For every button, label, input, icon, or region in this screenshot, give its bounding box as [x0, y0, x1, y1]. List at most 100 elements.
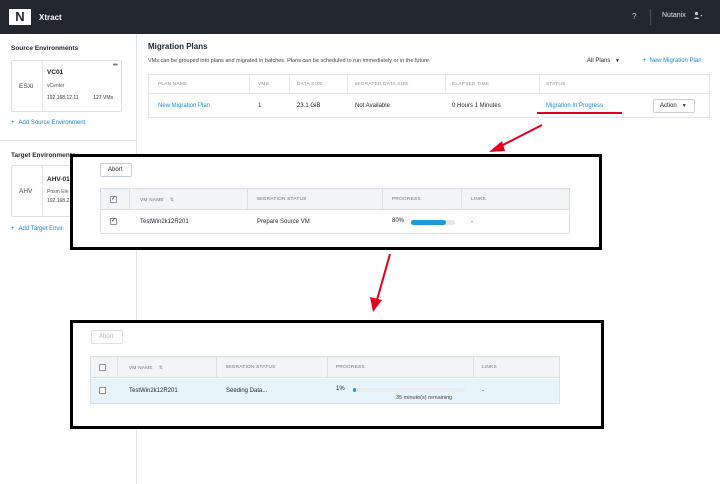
migration-status-link[interactable]: Migration In Progress — [546, 103, 603, 109]
page-title: Migration Plans — [148, 42, 208, 51]
env-sub: Prism Ele — [47, 189, 69, 195]
column-header[interactable]: VM NAME ⇅ — [129, 365, 163, 371]
more-icon[interactable]: ••• — [113, 62, 118, 69]
sort-icon: ⇅ — [158, 365, 164, 371]
column-divider — [445, 75, 446, 94]
user-icon[interactable] — [693, 11, 703, 22]
vm-migration-detail-popup: Abort VM NAME ⇅ MIGRATION STATUS PROGRESS… — [70, 320, 604, 429]
abort-button[interactable]: Abort — [100, 163, 132, 177]
table-header: ✓ VM NAME ⇅ MIGRATION STATUS PROGRESS LIN… — [101, 189, 569, 210]
column-divider — [216, 357, 217, 378]
column-header[interactable]: STATUS — [546, 82, 565, 87]
column-header[interactable]: LINKS — [471, 197, 486, 202]
env-ip: 192.168.2 — [47, 198, 70, 204]
column-divider — [129, 189, 130, 210]
abort-button[interactable]: Abort — [91, 330, 123, 344]
vm-table: VM NAME ⇅ MIGRATION STATUS PROGRESS LINKS… — [90, 356, 560, 404]
env-name: VC01 — [47, 69, 64, 76]
action-dropdown-button[interactable]: Action ▼ — [653, 99, 695, 113]
progress-fill — [353, 388, 357, 392]
column-divider — [347, 75, 348, 94]
progress-bar — [411, 220, 455, 225]
column-header[interactable]: PROGRESS — [392, 197, 421, 202]
plus-icon: + — [11, 120, 15, 126]
progress-bar — [353, 388, 465, 392]
env-vm-count: 127 VMs — [93, 95, 113, 101]
action-label: Action — [660, 103, 677, 109]
column-header[interactable]: ELAPSED TIME — [452, 82, 489, 87]
plus-icon: + — [11, 226, 15, 232]
table-header: VM NAME ⇅ MIGRATION STATUS PROGRESS LINKS — [91, 357, 559, 378]
column-divider — [289, 75, 290, 94]
annotation-arrow — [370, 253, 391, 312]
source-env-card[interactable]: ••• ESXi VC01 vCenter 192.168.12.11 127 … — [11, 60, 122, 112]
top-bar: N Xtract — [0, 0, 720, 34]
add-source-environment-link[interactable]: + Add Source Environment — [11, 120, 85, 126]
chevron-down-icon: ▼ — [615, 58, 620, 64]
progress-fill — [411, 220, 447, 225]
column-divider — [473, 357, 474, 378]
card-divider — [42, 61, 43, 111]
column-divider — [117, 357, 118, 378]
env-type: AHV — [19, 188, 33, 195]
column-divider — [382, 189, 383, 210]
help-icon[interactable]: ? — [632, 12, 636, 21]
source-environments-title: Source Environments — [11, 45, 79, 52]
column-header[interactable]: DATA SIZE — [297, 82, 323, 87]
new-migration-plan-link[interactable]: + New Migration Plan — [643, 58, 702, 64]
column-divider — [247, 189, 248, 210]
plan-migrated-size: Not Available — [355, 103, 390, 109]
column-header[interactable]: VMS — [258, 82, 269, 87]
column-header[interactable]: MIGRATED DATA SIZE — [355, 82, 409, 87]
vm-name: TestWin2k12R201 — [140, 219, 189, 225]
column-divider — [539, 75, 540, 94]
column-header[interactable]: MIGRATION STATUS — [226, 365, 276, 370]
env-sub: vCenter — [47, 83, 65, 89]
sort-icon: ⇅ — [169, 197, 175, 203]
column-header[interactable]: PLAN NAME — [158, 82, 188, 87]
progress-percent: 80% — [392, 218, 405, 224]
plan-filter-dropdown[interactable]: All Plans ▼ — [587, 58, 620, 64]
sidebar-divider — [0, 140, 136, 141]
column-divider — [327, 357, 328, 378]
chevron-down-icon: ▼ — [681, 103, 687, 109]
app-title: Xtract — [39, 12, 62, 22]
column-header[interactable]: MIGRATION STATUS — [257, 197, 307, 202]
add-target-environment-link[interactable]: + Add Target Envir — [11, 226, 63, 232]
plan-name-link[interactable]: New Migration Plan — [158, 103, 210, 109]
filter-label: All Plans — [587, 58, 611, 64]
header-divider — [650, 9, 651, 25]
vm-table: ✓ VM NAME ⇅ MIGRATION STATUS PROGRESS LIN… — [100, 188, 570, 234]
vm-migration-detail-popup: Abort ✓ VM NAME ⇅ MIGRATION STATUS PROGRE… — [70, 154, 602, 250]
env-ip: 192.168.12.11 — [47, 95, 79, 101]
vm-links: - — [471, 219, 473, 225]
migration-plans-table: PLAN NAME VMS DATA SIZE MIGRATED DATA SI… — [148, 74, 710, 118]
progress-percent: 1% — [336, 386, 345, 392]
column-divider — [249, 75, 250, 94]
column-header[interactable]: VM NAME ⇅ — [140, 197, 174, 203]
card-divider — [42, 166, 43, 216]
new-plan-label: New Migration Plan — [649, 58, 702, 64]
table-header: PLAN NAME VMS DATA SIZE MIGRATED DATA SI… — [149, 75, 709, 94]
column-divider — [461, 189, 462, 210]
column-header[interactable]: LINKS — [482, 365, 497, 370]
env-name: AHV-01 — [47, 176, 70, 183]
vm-links: - — [482, 388, 484, 394]
select-all-checkbox[interactable]: ✓ — [110, 196, 117, 203]
row-checkbox[interactable]: ✓ — [110, 218, 117, 225]
vm-name: TestWin2k12R201 — [129, 388, 178, 394]
highlight-underline — [537, 112, 622, 114]
env-type: ESXi — [19, 83, 34, 90]
select-all-checkbox[interactable] — [99, 364, 106, 371]
vm-migration-status: Seeding Data... — [226, 388, 268, 394]
column-header[interactable]: PROGRESS — [336, 365, 365, 370]
nutanix-logo[interactable]: N — [9, 9, 31, 25]
user-menu[interactable]: Nutanix — [662, 12, 686, 19]
target-environments-title: Target Environments — [11, 152, 76, 159]
add-source-label: Add Source Environment — [18, 120, 86, 126]
plus-icon: + — [643, 58, 647, 64]
row-checkbox[interactable] — [99, 387, 106, 394]
vm-migration-status: Prepare Source VM — [257, 219, 310, 225]
add-target-label: Add Target Envir — [18, 226, 63, 232]
annotation-arrow — [489, 124, 543, 152]
